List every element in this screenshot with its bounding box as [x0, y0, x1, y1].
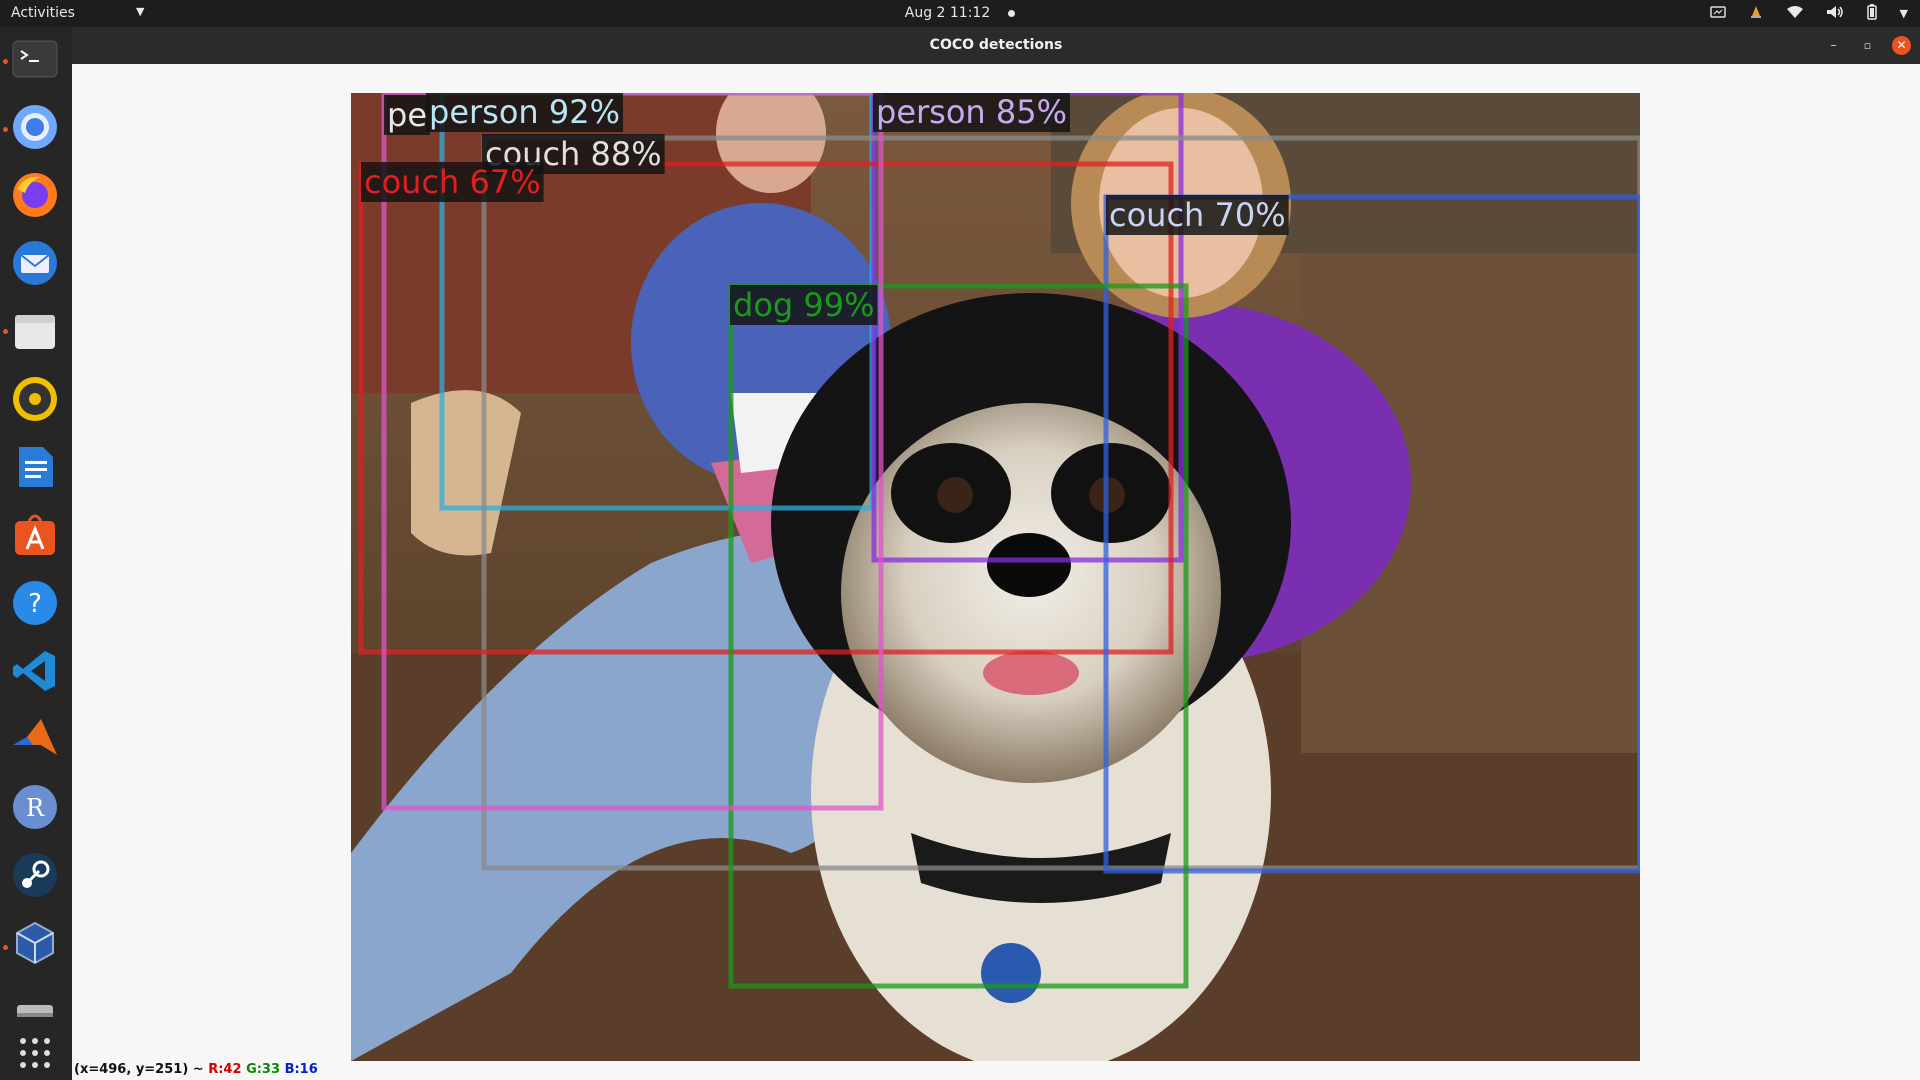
running-indicator	[3, 945, 8, 950]
dock-show-applications[interactable]	[11, 1029, 59, 1077]
detection-label-text: couch 70%	[1109, 196, 1286, 234]
close-button[interactable]: ✕	[1892, 36, 1911, 55]
detection-label: pe	[384, 95, 430, 135]
running-indicator	[3, 127, 8, 132]
dock-terminal[interactable]	[11, 35, 59, 83]
detection-label-text: dog 99%	[733, 286, 875, 324]
detections-window: COCO detections – ▫ ✕ pe person 92% couc…	[72, 27, 1920, 1080]
running-indicator	[3, 329, 8, 334]
maximize-button[interactable]: ▫	[1858, 36, 1877, 55]
detection-label: person 92%	[426, 93, 623, 132]
writer-icon	[19, 447, 53, 487]
wifi-icon[interactable]	[1786, 5, 1804, 23]
detection-label-text: person 85%	[876, 93, 1067, 131]
notification-dot-icon	[1008, 9, 1016, 17]
rhythmbox-icon	[13, 377, 57, 421]
thunderbird-icon	[13, 241, 57, 285]
dog-eye-left	[937, 477, 973, 513]
dock-chromium[interactable]	[11, 103, 59, 151]
svg-text:R: R	[26, 794, 45, 822]
volume-icon[interactable]	[1826, 5, 1844, 23]
matlab-icon	[13, 719, 57, 755]
svg-text:?: ?	[28, 589, 42, 619]
dock-matlab[interactable]	[11, 715, 59, 763]
steam-icon	[13, 853, 57, 897]
screen-icon[interactable]	[1709, 5, 1726, 22]
system-menu-arrow-icon[interactable]: ▼	[1900, 7, 1908, 20]
dock-help[interactable]: ?	[11, 579, 59, 627]
detection-label-text: person 92%	[429, 93, 620, 131]
image-canvas[interactable]: pe person 92% couch 88% couch 67% person 85%…	[72, 64, 1920, 1080]
dock-thunderbird[interactable]	[11, 239, 59, 287]
terminal-icon	[12, 40, 58, 78]
detection-image-svg: pe person 92%couch 88%couch 67%person 85%…	[351, 93, 1640, 1061]
detection-label: dog 99%	[730, 285, 878, 325]
dock-rhythmbox[interactable]	[11, 375, 59, 423]
detection-image[interactable]: pe person 92% couch 88% couch 67% person 85%…	[351, 93, 1640, 1061]
indicator-icon[interactable]	[1748, 4, 1764, 24]
detection-label: person 85%	[873, 93, 1070, 132]
clock-area: Aug 2 11:12	[0, 5, 1920, 21]
green-value: G:33	[246, 1062, 281, 1077]
vscode-icon	[13, 651, 55, 691]
dock-software[interactable]	[11, 511, 59, 559]
firefox-icon	[13, 173, 57, 217]
dock-vscode[interactable]	[11, 647, 59, 695]
dog-nose	[987, 533, 1071, 597]
running-indicator	[3, 59, 8, 64]
dock-files[interactable]	[11, 307, 59, 355]
window-title: COCO detections	[929, 37, 1063, 53]
chromium-icon	[13, 105, 57, 149]
red-value: R:42	[208, 1062, 242, 1077]
clock[interactable]: Aug 2 11:12	[905, 5, 991, 21]
minimize-button[interactable]: –	[1824, 36, 1843, 55]
battery-icon[interactable]	[1866, 3, 1878, 24]
system-tray: ▼	[1709, 3, 1908, 24]
cursor-coords: (x=496, y=251) ~	[74, 1062, 209, 1077]
files-icon	[15, 315, 55, 349]
blue-value: B:16	[284, 1062, 318, 1077]
pixel-readout: (x=496, y=251) ~ R:42 G:33 B:16	[74, 1062, 318, 1077]
software-icon	[15, 514, 55, 555]
detection-label: couch 70%	[1106, 195, 1289, 235]
dock-firefox[interactable]	[11, 171, 59, 219]
dock: ? R	[0, 27, 72, 1080]
dock-virtualbox[interactable]	[11, 919, 59, 967]
detection-label: couch 67%	[361, 162, 544, 202]
drive-icon	[17, 1005, 53, 1017]
virtualbox-icon	[16, 921, 54, 965]
dog-tongue	[983, 651, 1079, 695]
r-icon: R	[13, 785, 57, 829]
dock-steam[interactable]	[11, 851, 59, 899]
dock-r[interactable]: R	[11, 783, 59, 831]
grid-icon	[20, 1038, 50, 1068]
detection-label-text: pe	[387, 96, 427, 134]
dock-writer[interactable]	[11, 443, 59, 491]
dog-tag	[981, 943, 1041, 1003]
help-icon: ?	[13, 581, 57, 625]
detection-label-text: couch 67%	[364, 163, 541, 201]
dock-drive[interactable]	[11, 987, 59, 1035]
title-bar[interactable]: COCO detections – ▫ ✕	[72, 27, 1920, 64]
top-bar: Activities ▼ Aug 2 11:12 ▼	[0, 0, 1920, 27]
